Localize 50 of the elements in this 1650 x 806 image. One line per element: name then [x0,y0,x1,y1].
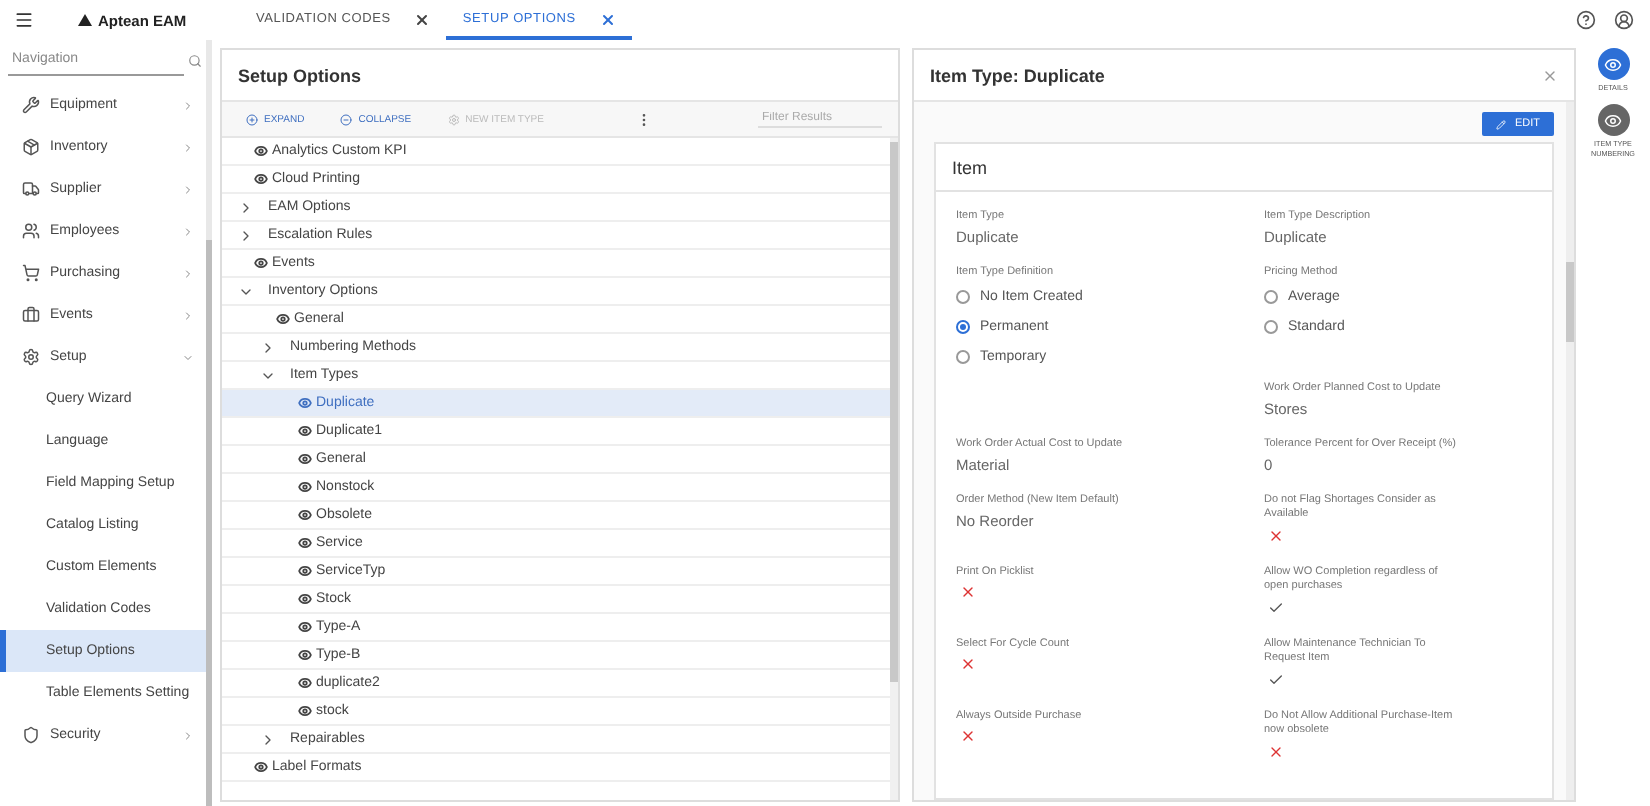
people-icon [22,222,40,240]
eye-icon [254,172,268,186]
eye-icon [298,508,312,522]
menu-icon[interactable] [14,10,34,30]
eye-icon [298,396,312,410]
close-icon[interactable] [599,11,616,27]
scrollbar[interactable] [890,138,898,800]
radio-button[interactable] [956,290,970,305]
box-icon [22,138,40,156]
eye-icon [254,760,268,774]
chevron-right-icon[interactable] [260,339,276,355]
briefcase-icon [22,306,40,324]
minus-circle-icon [340,113,353,125]
eye-icon [298,620,312,634]
help-icon[interactable] [1576,10,1596,30]
gear-icon [447,113,460,125]
pencil-icon [1496,119,1507,129]
chevron-right-icon[interactable] [238,199,254,215]
chevron-right-icon[interactable] [260,731,276,747]
truck-icon [22,180,40,198]
panel-title: Setup Options [238,65,361,85]
eye-icon [298,704,312,718]
radio-button[interactable] [956,320,970,335]
eye-icon [298,592,312,606]
eye-icon [298,564,312,578]
shield-icon [22,726,40,744]
account-icon[interactable] [1614,10,1634,30]
eye-icon [298,480,312,494]
gear-icon [22,348,40,366]
eye-icon [298,536,312,550]
eye-icon [298,648,312,662]
card-title: Item [952,157,988,177]
eye-icon [276,312,290,326]
eye-icon [298,424,312,438]
eye-icon [254,256,268,270]
wrench-icon [22,96,40,114]
eye-icon [254,144,268,158]
radio-button[interactable] [1264,290,1278,305]
close-button[interactable] [1542,67,1558,83]
radio-button[interactable] [956,350,970,365]
chevron-right-icon[interactable] [238,227,254,243]
eye-icon [298,452,312,466]
scrollbar[interactable] [206,40,212,806]
search-icon[interactable] [188,53,202,67]
cart-icon [22,264,40,282]
eye-icon [298,676,312,690]
panel-title: Item Type: Duplicate [930,65,1105,85]
radio-button[interactable] [1264,320,1278,335]
close-icon[interactable] [414,11,431,27]
plus-circle-icon [246,113,258,125]
